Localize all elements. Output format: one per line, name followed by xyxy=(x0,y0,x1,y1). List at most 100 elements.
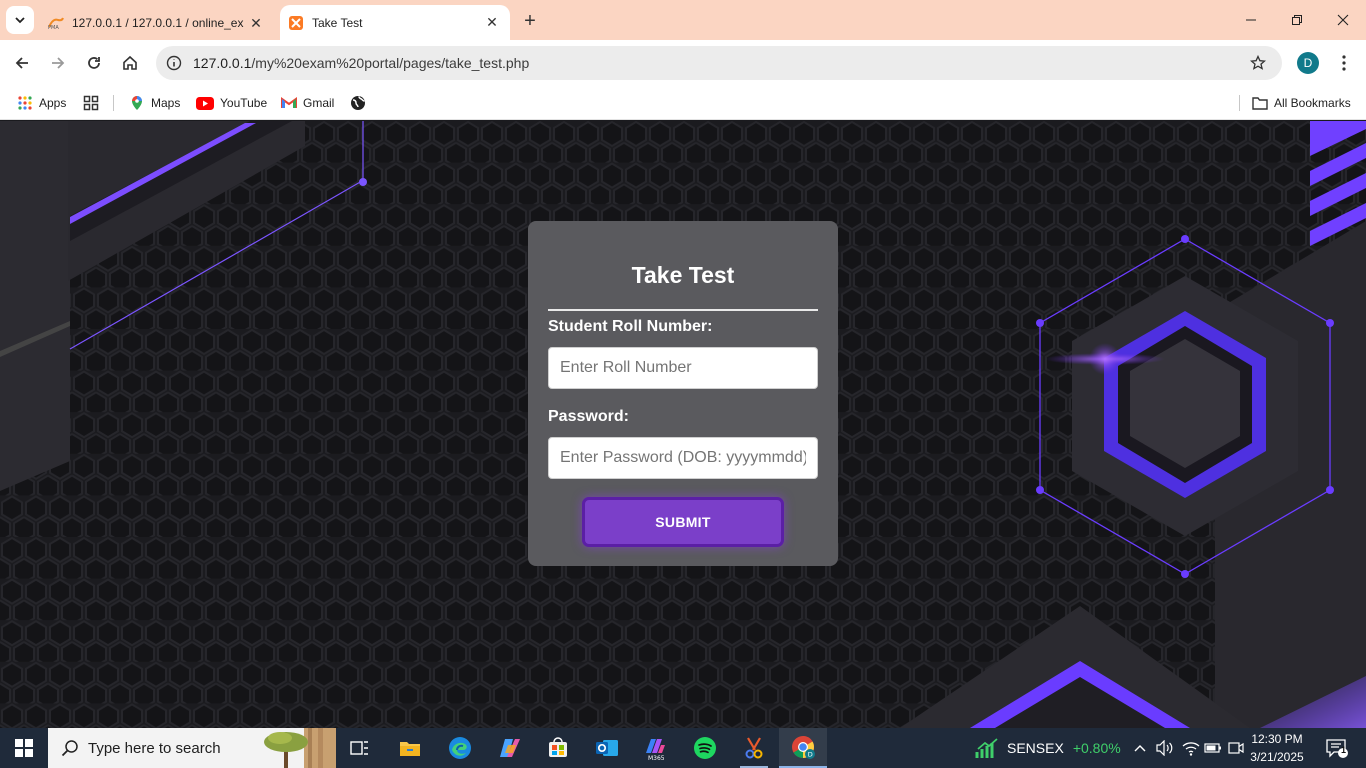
network-button[interactable] xyxy=(1180,728,1202,768)
close-icon[interactable]: ✕ xyxy=(246,13,266,33)
ticker-name: SENSEX xyxy=(1007,740,1064,756)
close-icon xyxy=(1337,14,1349,26)
more-vertical-icon xyxy=(1342,55,1346,71)
browser-menu-button[interactable] xyxy=(1332,49,1356,77)
title-divider xyxy=(548,309,818,311)
battery-button[interactable] xyxy=(1203,728,1223,768)
bookmark-tab-groups[interactable] xyxy=(83,91,105,115)
submit-button[interactable]: SUBMIT xyxy=(582,497,784,547)
search-icon xyxy=(60,738,80,758)
bookmark-gmail[interactable]: Gmail xyxy=(281,91,334,115)
folder-icon xyxy=(1252,95,1268,111)
edge-icon xyxy=(449,737,471,759)
bookmark-star-icon[interactable] xyxy=(1246,51,1270,75)
system-clock[interactable]: 12:30 PM 3/21/2025 xyxy=(1246,730,1308,766)
taskbar-search[interactable]: Type here to search xyxy=(48,728,336,768)
chevron-up-icon xyxy=(1134,745,1146,752)
bookmark-label: Gmail xyxy=(303,96,335,110)
password-input[interactable] xyxy=(548,437,818,479)
new-tab-button[interactable]: + xyxy=(518,9,542,33)
show-hidden-icons-button[interactable] xyxy=(1130,728,1150,768)
svg-text:D: D xyxy=(808,751,813,759)
chevron-down-icon xyxy=(15,17,25,24)
profile-avatar[interactable]: D xyxy=(1297,52,1319,74)
minimize-button[interactable] xyxy=(1228,0,1274,40)
bookmark-label: Apps xyxy=(39,96,67,110)
url-text[interactable]: 127.0.0.1/my%20exam%20portal/pages/take_… xyxy=(193,55,1246,71)
start-button[interactable] xyxy=(0,728,48,768)
all-bookmarks[interactable]: All Bookmarks xyxy=(1252,91,1351,115)
outlook-button[interactable] xyxy=(583,728,631,768)
youtube-icon xyxy=(196,95,214,111)
restore-button[interactable] xyxy=(1274,0,1320,40)
windows-taskbar: Type here to search M365 D SENSEX +0.80%… xyxy=(0,728,1366,768)
tab-strip: PMA 127.0.0.1 / 127.0.0.1 / online_ex ✕ … xyxy=(0,0,1366,40)
password-label: Password: xyxy=(548,408,629,425)
arrow-right-icon xyxy=(52,57,65,69)
file-explorer-icon xyxy=(400,742,420,756)
ticker-change: +0.80% xyxy=(1072,740,1121,756)
tab-groups-icon xyxy=(83,95,99,111)
tab-phpmyadmin[interactable]: PMA 127.0.0.1 / 127.0.0.1 / online_ex ✕ xyxy=(40,6,274,40)
battery-icon xyxy=(1204,743,1221,753)
svg-text:M365: M365 xyxy=(648,755,665,761)
volume-button[interactable] xyxy=(1154,728,1176,768)
browser-toolbar: 127.0.0.1/my%20exam%20portal/pages/take_… xyxy=(0,40,1366,86)
bookmarks-bar: Apps Maps YouTube Gmail All Bookmarks xyxy=(0,86,1366,120)
snipping-tool-icon xyxy=(745,737,763,759)
bookmark-maps[interactable]: Maps xyxy=(129,91,180,115)
spotify-icon xyxy=(694,737,716,759)
address-bar[interactable]: 127.0.0.1/my%20exam%20portal/pages/take_… xyxy=(156,46,1282,80)
take-test-card: Take Test Student Roll Number: Password:… xyxy=(528,221,838,566)
url-host: 127.0.0.1 xyxy=(193,55,252,71)
tab-take-test[interactable]: Take Test ✕ xyxy=(280,5,510,40)
xampp-icon xyxy=(288,15,304,31)
meet-now-button[interactable] xyxy=(1226,728,1246,768)
page-content: Take Test Student Roll Number: Password:… xyxy=(0,121,1366,728)
close-icon[interactable]: ✕ xyxy=(482,13,502,33)
phpmyadmin-icon: PMA xyxy=(48,15,64,31)
tab-title: Take Test xyxy=(312,15,363,30)
bookmark-youtube[interactable]: YouTube xyxy=(196,91,267,115)
globe-icon xyxy=(350,95,366,111)
stock-ticker[interactable]: SENSEX +0.80% xyxy=(975,728,1121,768)
close-window-button[interactable] xyxy=(1320,0,1366,40)
tab-search-button[interactable] xyxy=(6,6,34,34)
file-explorer-button[interactable] xyxy=(386,728,434,768)
window-controls xyxy=(1228,0,1366,40)
copilot-icon xyxy=(500,739,520,757)
chrome-button[interactable]: D xyxy=(779,728,827,768)
reload-icon xyxy=(88,57,100,69)
maps-pin-icon xyxy=(129,95,145,111)
bookmarks-separator xyxy=(113,95,114,111)
roll-number-input[interactable] xyxy=(548,347,818,389)
task-view-button[interactable] xyxy=(336,728,384,768)
store-button[interactable] xyxy=(534,728,582,768)
search-placeholder: Type here to search xyxy=(88,739,221,757)
bookmark-globe[interactable] xyxy=(350,91,372,115)
outlook-icon xyxy=(596,740,618,756)
back-button[interactable] xyxy=(8,49,36,77)
gmail-icon xyxy=(281,95,297,111)
volume-icon xyxy=(1156,740,1173,756)
plus-icon: + xyxy=(524,9,536,32)
task-view-icon xyxy=(350,741,368,755)
minimize-icon xyxy=(1246,19,1256,21)
spotify-button[interactable] xyxy=(681,728,729,768)
restore-icon xyxy=(1292,15,1302,25)
reload-button[interactable] xyxy=(80,49,108,77)
camera-icon xyxy=(1228,742,1244,754)
bookmark-apps[interactable]: Apps xyxy=(17,91,66,115)
form-title: Take Test xyxy=(631,262,735,288)
forward-button[interactable] xyxy=(44,49,72,77)
notifications-button[interactable]: 1 xyxy=(1318,728,1356,768)
bookmark-label: YouTube xyxy=(220,96,268,110)
snipping-tool-button[interactable] xyxy=(730,728,778,768)
home-button[interactable] xyxy=(116,49,144,77)
site-info-icon[interactable] xyxy=(164,53,184,73)
store-icon xyxy=(549,737,567,757)
m365-button[interactable]: M365 xyxy=(631,728,679,768)
edge-button[interactable] xyxy=(436,728,484,768)
copilot-button[interactable] xyxy=(486,728,534,768)
chrome-icon: D xyxy=(792,736,815,759)
